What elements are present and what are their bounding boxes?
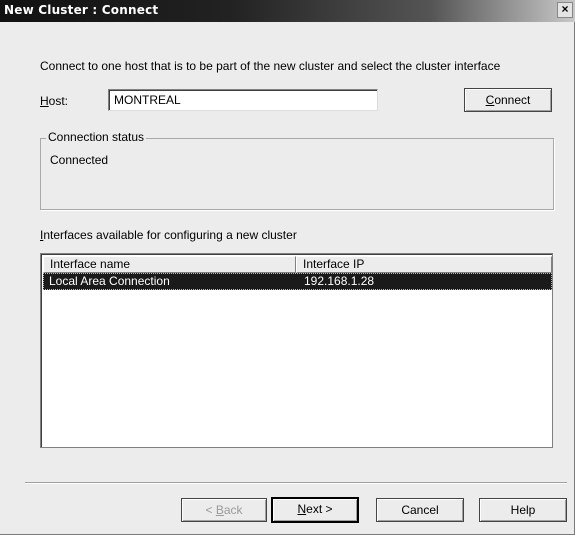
connect-button[interactable]: Connect [464, 88, 552, 112]
cancel-button[interactable]: Cancel [376, 498, 464, 522]
back-button[interactable]: < Back [181, 498, 267, 522]
list-header: Interface name Interface IP [43, 256, 552, 273]
interfaces-list[interactable]: Interface name Interface IP Local Area C… [40, 253, 553, 448]
window-title: New Cluster : Connect [4, 3, 159, 17]
footer-separator [25, 482, 567, 484]
close-icon: × [561, 2, 569, 16]
title-bar[interactable]: New Cluster : Connect × [0, 0, 575, 22]
interface-name-cell: Local Area Connection [49, 274, 170, 288]
close-button[interactable]: × [557, 2, 573, 18]
instruction-text: Connect to one host that is to be part o… [40, 59, 501, 73]
connection-status-group [40, 138, 554, 210]
help-button[interactable]: Help [479, 498, 567, 522]
connection-status-legend: Connection status [46, 130, 147, 144]
host-input[interactable] [108, 89, 378, 111]
interface-ip-cell: 192.168.1.28 [304, 274, 375, 288]
column-header-interface-name[interactable]: Interface name [43, 256, 296, 273]
new-cluster-connect-dialog: New Cluster : Connect × Connect to one h… [0, 0, 575, 535]
column-header-interface-ip[interactable]: Interface IP [296, 256, 552, 273]
next-button[interactable]: Next > [271, 497, 359, 523]
list-row-local-area-connection[interactable]: Local Area Connection 192.168.1.28 [43, 273, 552, 290]
connection-status-text: Connected [50, 153, 109, 167]
interfaces-label: Interfaces available for configuring a n… [40, 228, 297, 242]
host-label: Host: [40, 94, 69, 108]
